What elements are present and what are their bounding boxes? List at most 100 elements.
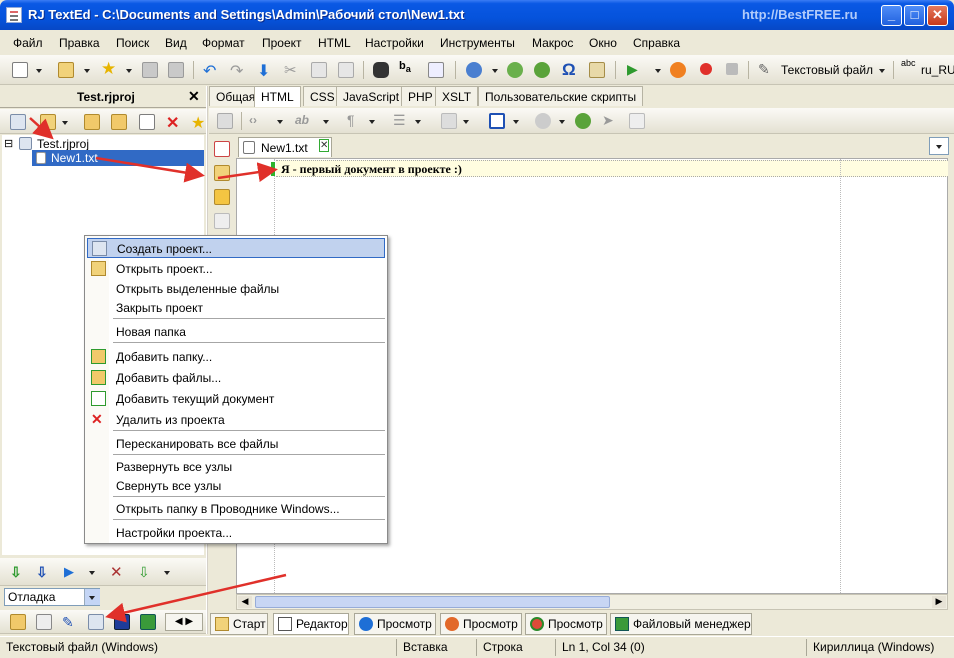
menu-item-new-project[interactable]: Создать проект... xyxy=(87,238,385,258)
run-icon[interactable]: ▶ xyxy=(64,564,80,580)
globe-icon[interactable] xyxy=(575,113,591,129)
undo-icon[interactable]: ↶ xyxy=(203,61,219,80)
play-icon[interactable]: ▶ xyxy=(627,61,643,77)
add-files-icon[interactable] xyxy=(111,114,127,130)
tab-editor[interactable]: Редактор xyxy=(273,613,349,635)
copy-icon[interactable] xyxy=(214,213,230,229)
chevron-down-icon[interactable] xyxy=(84,69,90,73)
tree-item-file[interactable]: New1.txt xyxy=(51,151,98,165)
paste-icon[interactable] xyxy=(338,62,354,78)
file-type-dropdown[interactable]: Текстовый файл xyxy=(781,63,873,77)
tab-php[interactable]: PHP xyxy=(401,86,440,106)
chevron-down-icon[interactable] xyxy=(164,571,170,575)
favorites-icon[interactable]: ★ xyxy=(101,60,117,77)
menu-item-new-folder[interactable]: Новая папка xyxy=(87,322,385,342)
chevron-down-icon[interactable] xyxy=(126,69,132,73)
menu-search[interactable]: Поиск xyxy=(116,36,149,50)
tab-preview-firefox[interactable]: Просмотр xyxy=(440,613,522,635)
menu-item-add-folder[interactable]: Добавить папку... xyxy=(87,347,385,367)
menu-macro[interactable]: Макрос xyxy=(532,36,573,50)
clipboard-icon[interactable] xyxy=(36,614,52,630)
menu-help[interactable]: Справка xyxy=(633,36,680,50)
find-icon[interactable] xyxy=(373,62,389,78)
menu-item-rescan[interactable]: Пересканировать все файлы xyxy=(87,434,385,454)
add-folder-icon[interactable] xyxy=(84,114,100,130)
spell-language[interactable]: ru_RU xyxy=(921,63,954,77)
tab-preview-chrome[interactable]: Просмотр xyxy=(525,613,607,635)
app-icon[interactable] xyxy=(6,7,22,23)
menu-item-expand-all[interactable]: Развернуть все узлы xyxy=(87,457,385,477)
send-icon[interactable]: ➤ xyxy=(602,112,618,128)
debug-select[interactable]: Отладка xyxy=(4,588,100,606)
scroll-left-icon[interactable]: ◀ xyxy=(238,596,252,608)
chevron-down-icon[interactable] xyxy=(36,69,42,73)
chevron-down-icon[interactable] xyxy=(277,120,283,124)
chevron-down-icon[interactable] xyxy=(513,120,519,124)
tree-view-icon[interactable] xyxy=(217,113,233,129)
highlight-icon[interactable] xyxy=(214,189,230,205)
ftp-icon[interactable] xyxy=(466,62,482,78)
scroll-thumb[interactable] xyxy=(255,596,610,608)
download-icon[interactable]: ⬇ xyxy=(257,61,273,80)
menu-view[interactable]: Вид xyxy=(165,36,187,50)
tab-javascript[interactable]: JavaScript xyxy=(336,86,407,106)
step-over-icon[interactable]: ⇩ xyxy=(36,564,52,580)
clipboard-icon[interactable] xyxy=(629,113,645,129)
watch-icon[interactable]: ⇩ xyxy=(138,564,154,580)
maximize-button[interactable]: □ xyxy=(904,5,925,26)
stop-icon[interactable] xyxy=(726,63,738,75)
chevron-down-icon[interactable] xyxy=(879,69,885,73)
project-new-icon[interactable] xyxy=(10,114,26,130)
chevron-down-icon[interactable] xyxy=(369,120,375,124)
chevron-down-icon[interactable] xyxy=(89,571,95,575)
copy-icon[interactable] xyxy=(311,62,327,78)
tab-file-manager[interactable]: Файловый менеджер xyxy=(610,613,752,635)
menu-window[interactable]: Окно xyxy=(589,36,617,50)
chevron-down-icon[interactable] xyxy=(559,120,565,124)
chevron-down-icon[interactable] xyxy=(415,120,421,124)
list-icon[interactable]: ☰ xyxy=(393,112,409,128)
folder-icon[interactable] xyxy=(10,614,26,630)
step-into-icon[interactable]: ⇩ xyxy=(10,564,26,580)
menu-item-open-selected[interactable]: Открыть выделенные файлы xyxy=(87,279,385,299)
chevron-down-icon[interactable] xyxy=(492,69,498,73)
font-style-icon[interactable]: ab xyxy=(295,113,311,129)
new-file-icon[interactable] xyxy=(12,62,28,78)
pen-icon[interactable]: ✎ xyxy=(62,614,78,630)
menu-item-remove[interactable]: ✕ Удалить из проекта xyxy=(87,410,385,430)
redo-icon[interactable]: ↷ xyxy=(230,61,246,80)
chevron-down-icon[interactable] xyxy=(89,596,95,600)
menu-item-add-document[interactable]: Добавить текущий документ xyxy=(87,389,385,409)
table-icon[interactable] xyxy=(489,113,505,129)
menu-item-add-files[interactable]: Добавить файлы... xyxy=(87,368,385,388)
tab-xslt[interactable]: XSLT xyxy=(435,86,479,106)
menu-item-open-in-explorer[interactable]: Открыть папку в Проводнике Windows... xyxy=(87,499,385,519)
menu-format[interactable]: Формат xyxy=(202,36,245,50)
character-map-icon[interactable]: Ω xyxy=(562,60,578,79)
step-icon[interactable] xyxy=(670,62,686,78)
chevron-down-icon[interactable] xyxy=(323,120,329,124)
menu-project[interactable]: Проект xyxy=(262,36,302,50)
paragraph-icon[interactable]: ¶ xyxy=(347,112,363,128)
add-document-icon[interactable] xyxy=(139,114,155,130)
chevron-down-icon[interactable] xyxy=(655,69,661,73)
form-icon[interactable] xyxy=(535,113,551,129)
open-file-icon[interactable] xyxy=(58,62,74,78)
clipboard-icon[interactable] xyxy=(589,62,605,78)
project-open-icon[interactable] xyxy=(40,114,56,130)
menu-item-project-settings[interactable]: Настройки проекта... xyxy=(87,523,385,543)
cut-icon[interactable]: ✂ xyxy=(284,61,300,79)
save-all-icon[interactable] xyxy=(168,62,184,78)
document-tab[interactable]: New1.txt ✕ xyxy=(238,137,332,157)
library-icon[interactable] xyxy=(114,614,130,630)
image-icon[interactable] xyxy=(441,113,457,129)
tab-preview-ie[interactable]: Просмотр xyxy=(354,613,436,635)
close-button[interactable]: ✕ xyxy=(927,5,948,26)
tab-html[interactable]: HTML xyxy=(254,86,301,107)
record-icon[interactable] xyxy=(700,63,712,75)
menu-settings[interactable]: Настройки xyxy=(365,36,424,50)
menu-item-open-project[interactable]: Открыть проект... xyxy=(87,259,385,279)
menu-html[interactable]: HTML xyxy=(318,36,351,50)
replace-icon[interactable]: ba xyxy=(399,60,415,76)
tab-user-scripts[interactable]: Пользовательские скрипты xyxy=(478,86,644,106)
